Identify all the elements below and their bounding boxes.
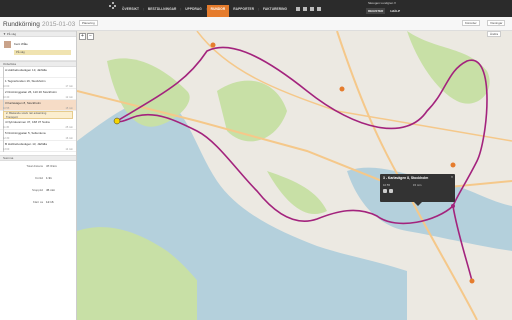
nav-rapporter[interactable]: RAPPORTER bbox=[229, 6, 258, 17]
list-item[interactable]: 3 Karlavägen 8, Stockholm 10:55 15 min bbox=[0, 100, 76, 111]
popup-title: 3 - Karlavägen 8, Stockholm bbox=[383, 176, 429, 180]
map[interactable]: + − 3 - Karlavägen 8, Stockholm 10:55 15… bbox=[77, 31, 512, 320]
stop-address: 5 Drottninggatan 5, Sollentuna bbox=[5, 131, 46, 135]
summary-key: Klart ca bbox=[32, 200, 43, 204]
stop-note: 2. Blekande stock när avlastning Transpo… bbox=[3, 111, 73, 119]
page-title: Rundkörning bbox=[3, 21, 40, 28]
nav-rundor[interactable]: RUNDOR bbox=[206, 5, 230, 17]
driver-name: Kent Wåle bbox=[14, 42, 28, 46]
user-menu[interactable]: Skoogen Lundgren ▾ bbox=[368, 1, 396, 5]
settings-icon[interactable] bbox=[310, 7, 314, 11]
list-item[interactable]: 2 Drottninggatan 26, 110 20 Stockholm 10:… bbox=[0, 89, 76, 100]
register-link[interactable]: REGISTER bbox=[366, 8, 386, 14]
timeline-line bbox=[3, 67, 4, 78]
stop-duration: 14 min bbox=[65, 148, 73, 151]
summary-row: Körtid 1:31 bbox=[0, 173, 76, 185]
stop-duration: 16 min bbox=[65, 137, 73, 140]
logo-icon[interactable] bbox=[109, 2, 116, 9]
list-icon[interactable] bbox=[303, 7, 307, 11]
summary-list: Total distans 47.3 km Körtid 1:31 Stopptid 45… bbox=[0, 161, 76, 209]
summary-value: 45 min bbox=[46, 188, 56, 192]
popup-duration: 15 min bbox=[413, 183, 422, 187]
list-item[interactable]: 4 Nybrokvarnen 37, 168 37 Solna 11:45 25 m… bbox=[0, 119, 76, 130]
search-icon[interactable] bbox=[389, 189, 393, 193]
help-icon[interactable] bbox=[317, 7, 321, 11]
status-badge: På väg bbox=[14, 50, 71, 55]
summary-key: Total distans bbox=[26, 164, 43, 168]
summary-row: Klart ca 12:16 bbox=[0, 197, 76, 209]
page-date: 2015-01-03 bbox=[42, 21, 76, 28]
visningar-button[interactable]: Visningar bbox=[487, 20, 506, 26]
nav-icons bbox=[296, 7, 321, 11]
stop-address: 3 Karlavägen 8, Stockholm bbox=[5, 101, 41, 105]
stop-address: 2 Drottninggatan 26, 110 20 Stockholm bbox=[5, 90, 57, 94]
stop-duration: 17 min bbox=[65, 85, 73, 88]
popup-time: 10:55 bbox=[383, 183, 390, 187]
stop-time: 10:00 bbox=[3, 85, 10, 88]
top-links: REGISTER HJÄLP bbox=[366, 8, 402, 14]
main-nav: ÖVERSIKT| BESTÄLLNINGAR| UPPDRAG| RUNDOR… bbox=[118, 5, 291, 17]
driver-card[interactable]: Kent Wåle På väg bbox=[0, 37, 76, 61]
edit-icon[interactable] bbox=[383, 189, 387, 193]
nav-oversikt[interactable]: ÖVERSIKT bbox=[118, 6, 143, 17]
korder-button[interactable]: Körorder bbox=[462, 20, 480, 26]
planering-button[interactable]: Planering bbox=[79, 20, 98, 26]
nav-uppdrag[interactable]: UPPDRAG bbox=[181, 6, 206, 17]
sidebar: ▼ På väg Kent Wåle På väg Orderlista A H… bbox=[0, 31, 77, 320]
summary-value: 12:16 bbox=[46, 200, 54, 204]
summary-key: Stopptid bbox=[31, 188, 43, 192]
zoom-in-button[interactable]: + bbox=[79, 33, 86, 40]
stop-duration: 15 min bbox=[65, 107, 73, 110]
list-item[interactable]: 1 Tegnérlunden 16, Stockholm 10:00 17 min bbox=[0, 78, 76, 89]
summary-value: 47.3 km bbox=[46, 164, 57, 168]
stop-address: B Hobbebodsvägen 13, Järfälla bbox=[5, 142, 47, 146]
summary-row: Stopptid 45 min bbox=[0, 185, 76, 197]
stop-address: 1 Tegnérlunden 16, Stockholm bbox=[5, 79, 46, 83]
nav-fakturering[interactable]: FAKTURERING bbox=[259, 6, 291, 17]
title-bar: Rundkörning 2015-01-03 Planering Körorde… bbox=[0, 17, 512, 31]
avatar bbox=[4, 41, 11, 48]
stop-list: A Hobbebodsvägen 13, Järfälla 1 Tegnérlun… bbox=[0, 67, 76, 152]
stop-time: 10:40 bbox=[3, 96, 10, 99]
list-item[interactable]: A Hobbebodsvägen 13, Järfälla bbox=[0, 67, 76, 78]
stop-time: 11:45 bbox=[3, 126, 10, 129]
stop-popup: 3 - Karlavägen 8, Stockholm 10:55 15 min… bbox=[380, 174, 455, 206]
edit-button[interactable]: Ändra bbox=[487, 31, 502, 37]
help-link[interactable]: HJÄLP bbox=[388, 8, 402, 14]
zoom-out-button[interactable]: − bbox=[87, 33, 94, 40]
stop-time: 10:55 bbox=[3, 107, 10, 110]
stop-address: A Hobbebodsvägen 13, Järfälla bbox=[5, 68, 47, 72]
close-icon[interactable]: × bbox=[451, 175, 453, 179]
list-item[interactable]: B Hobbebodsvägen 13, Järfälla 13:00 14 min bbox=[0, 141, 76, 152]
stop-duration: 12 min bbox=[65, 96, 73, 99]
summary-value: 1:31 bbox=[46, 176, 52, 180]
grid-icon[interactable] bbox=[296, 7, 300, 11]
top-navbar: ÖVERSIKT| BESTÄLLNINGAR| UPPDRAG| RUNDOR… bbox=[0, 0, 512, 17]
stop-duration: 25 min bbox=[65, 126, 73, 129]
summary-row: Total distans 47.3 km bbox=[0, 161, 76, 173]
stop-time: 13:00 bbox=[3, 148, 10, 151]
stop-address: 4 Nybrokvarnen 37, 168 37 Solna bbox=[5, 120, 50, 124]
nav-bestallningar[interactable]: BESTÄLLNINGAR bbox=[144, 6, 181, 17]
stop-time: 12:30 bbox=[3, 137, 10, 140]
list-item[interactable]: 5 Drottninggatan 5, Sollentuna 12:30 16 mi… bbox=[0, 130, 76, 141]
summary-key: Körtid bbox=[35, 176, 43, 180]
